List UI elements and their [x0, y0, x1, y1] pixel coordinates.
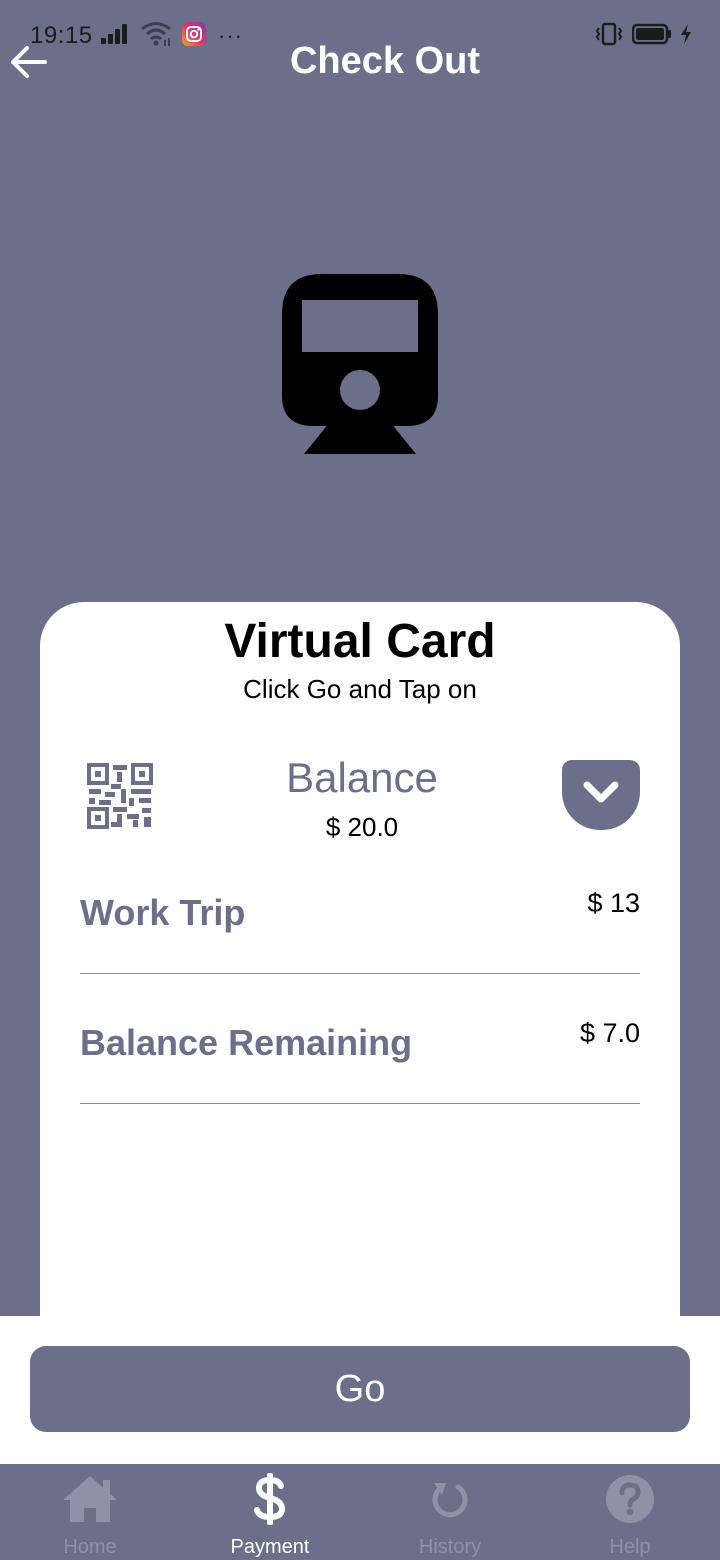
nav-label: History [418, 1536, 482, 1558]
row-label: Work Trip [80, 892, 246, 933]
nav-item-payment[interactable]: Payment [180, 1464, 360, 1560]
dollar-icon [240, 1470, 300, 1528]
history-icon [420, 1470, 480, 1528]
nav-item-home[interactable]: Home [0, 1464, 180, 1560]
bottom-nav: Home Payment History Help [0, 1464, 720, 1560]
nav-label: Payment [230, 1536, 310, 1558]
nav-label: Help [609, 1536, 651, 1558]
row-value: $ 7.0 [579, 1018, 640, 1048]
card-subtitle: Click Go and Tap on [243, 674, 477, 704]
go-button[interactable]: Go [30, 1346, 690, 1432]
nav-label: Home [63, 1536, 117, 1558]
row-value: $ 13 [587, 888, 640, 918]
home-icon [60, 1470, 120, 1528]
nav-item-help[interactable]: Help [540, 1464, 720, 1560]
card-title: Virtual Card [224, 615, 496, 668]
help-icon [600, 1470, 660, 1528]
work-trip-row: Work Trip $ 13 [80, 874, 640, 974]
virtual-card-panel: Virtual Card Click Go and Tap on Balance… [40, 602, 680, 1362]
balance-remaining-row: Balance Remaining $ 7.0 [80, 1004, 640, 1104]
train-icon [282, 274, 438, 456]
chevron-down-icon [581, 780, 621, 811]
row-label: Balance Remaining [80, 1022, 413, 1063]
action-area: Go [0, 1316, 720, 1464]
nav-item-history[interactable]: History [360, 1464, 540, 1560]
page-title: Check Out [289, 40, 481, 82]
